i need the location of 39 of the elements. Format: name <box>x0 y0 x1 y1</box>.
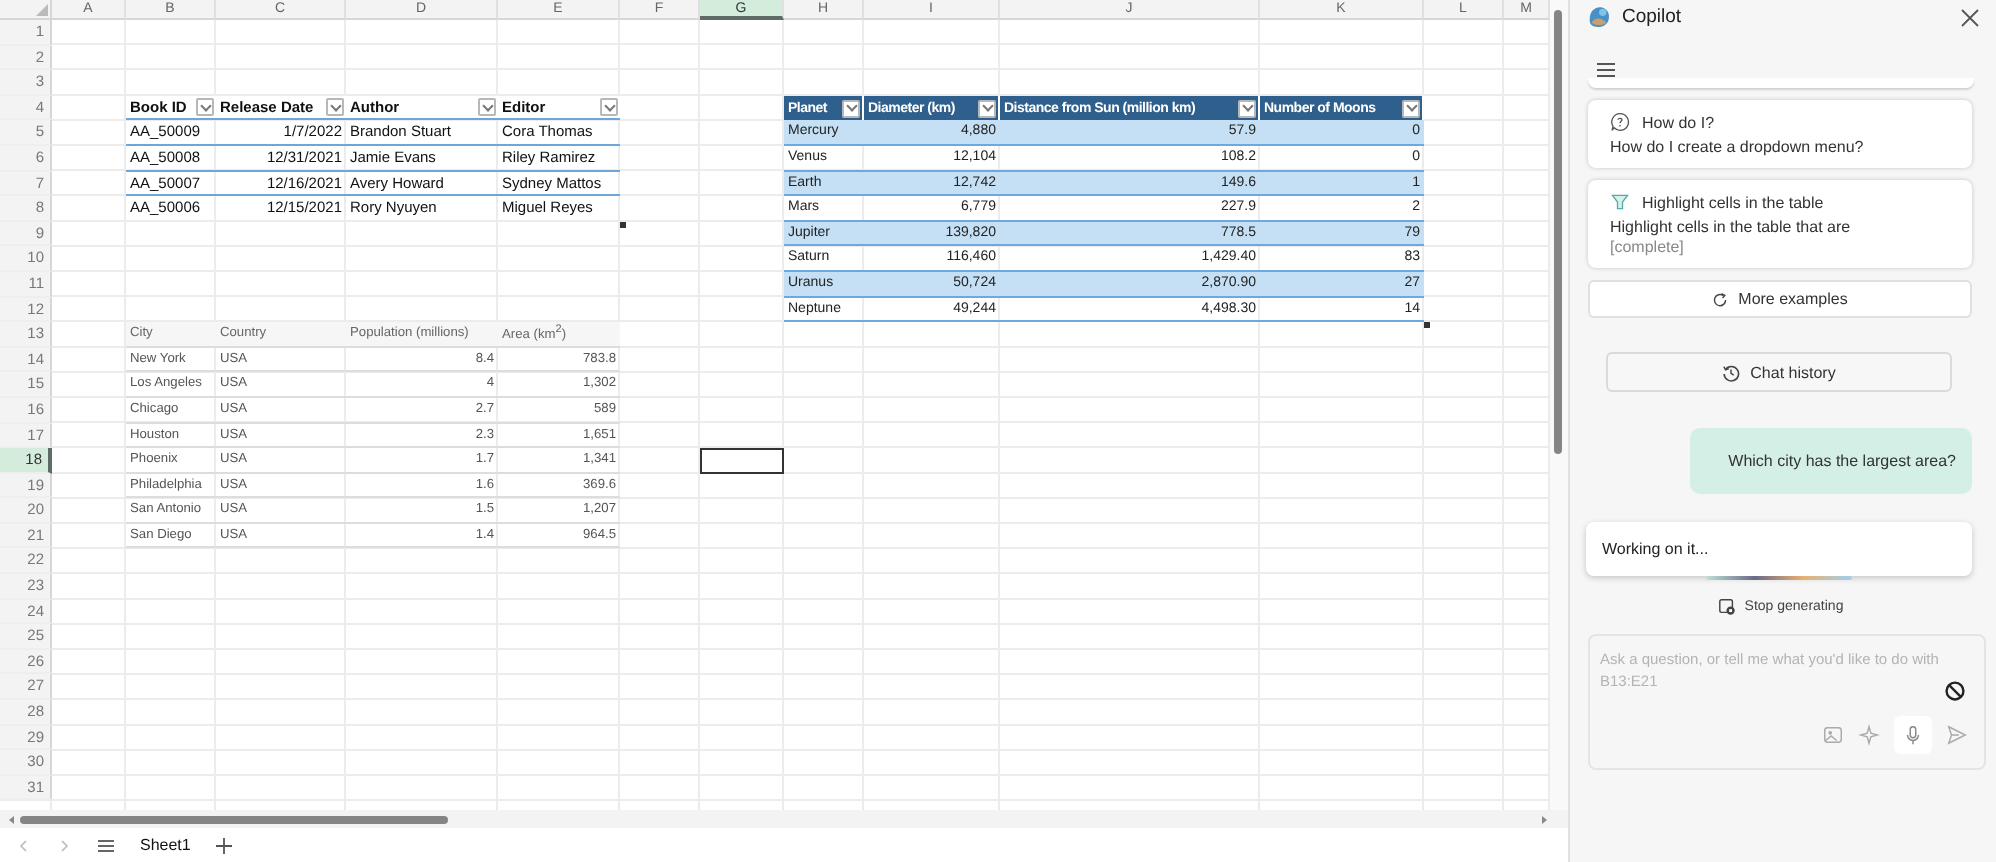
card-text: Highlight cells in the table that are <box>1610 218 1853 236</box>
menu-icon[interactable] <box>1596 62 1616 78</box>
copilot-logo-icon <box>1586 4 1612 30</box>
filter-button[interactable] <box>842 99 860 118</box>
card-text: How do I create a dropdown menu? <box>1610 138 1866 156</box>
add-icon[interactable] <box>214 835 235 855</box>
horizontal-scrollbar[interactable] <box>0 810 1568 828</box>
microphone-button[interactable] <box>1894 716 1932 754</box>
filter-button[interactable] <box>1402 99 1420 118</box>
refresh-icon <box>1712 291 1729 307</box>
resize-handle[interactable] <box>620 221 626 228</box>
card-title: How do I? <box>1642 113 1715 131</box>
filter-button[interactable] <box>326 98 344 117</box>
vertical-scrollbar[interactable] <box>1550 0 1568 810</box>
prohibited-icon <box>1944 680 1966 702</box>
microphone-icon <box>1902 724 1924 746</box>
question-bubble-icon <box>1610 112 1630 132</box>
user-message: Which city has the largest area? <box>1690 428 1972 494</box>
filter-button[interactable] <box>478 98 496 117</box>
filter-button[interactable] <box>978 99 996 118</box>
panel-title: Copilot <box>1622 6 1682 28</box>
card-title: Highlight cells in the table <box>1642 193 1824 211</box>
card-hint: [complete] <box>1610 238 1686 256</box>
highlighter-icon <box>1610 192 1630 212</box>
history-icon <box>1722 363 1741 381</box>
more-examples-button[interactable]: More examples <box>1588 280 1972 318</box>
prompt-card[interactable]: How do I? How do I create a dropdown menu? <box>1588 100 1972 168</box>
close-icon[interactable] <box>1960 7 1980 27</box>
filter-button[interactable] <box>1238 99 1256 118</box>
prompt-card[interactable]: Highlight cells in the table Highlight cells in the table that are [complete] <box>1588 180 1972 268</box>
chat-history-button[interactable]: Chat history <box>1606 352 1952 392</box>
resize-handle[interactable] <box>1424 322 1430 329</box>
assistant-message: Working on it... <box>1586 522 1972 576</box>
menu-icon[interactable] <box>96 837 116 853</box>
filter-button[interactable] <box>600 98 618 117</box>
stop-icon <box>1718 598 1737 616</box>
active-cell[interactable] <box>700 448 784 474</box>
sheet-tab[interactable]: Sheet1 <box>134 834 197 856</box>
filter-button[interactable] <box>196 98 214 117</box>
